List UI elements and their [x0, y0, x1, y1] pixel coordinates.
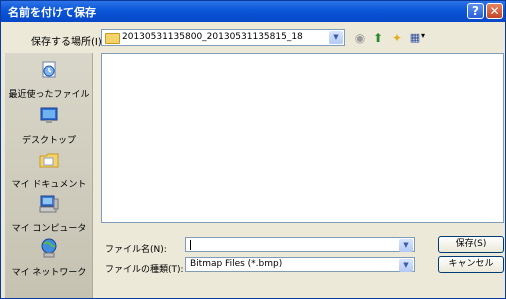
place-my-documents[interactable]: マイ ドキュメント: [5, 147, 93, 191]
filename-input[interactable]: ▼: [185, 237, 415, 252]
title-bar[interactable]: 名前を付けて保存 ? ✕: [1, 1, 505, 22]
places-bar: 最近使ったファイル デスクトップ マイ ドキュメント マイ コンピュータ マイ …: [5, 53, 93, 298]
save-location-value: 20130531135800_20130531135815_18: [122, 32, 303, 42]
filetype-value: Bitmap Files (*.bmp): [190, 259, 283, 269]
chevron-down-icon[interactable]: ▼: [399, 239, 413, 252]
filename-label: ファイル名(N):: [105, 245, 167, 255]
back-icon[interactable]: ◉: [353, 31, 367, 45]
place-label: マイ コンピュータ: [11, 224, 87, 234]
place-label: マイ ドキュメント: [11, 180, 87, 190]
place-recent-documents[interactable]: 最近使ったファイル: [5, 57, 93, 101]
my-computer-icon: [39, 195, 59, 213]
desktop-icon: [40, 107, 58, 123]
save-as-dialog: 名前を付けて保存 ? ✕ 保存する場所(I): 20130531135800_2…: [0, 0, 506, 299]
cancel-button[interactable]: キャンセル: [438, 256, 504, 273]
views-menu-icon[interactable]: ▦: [408, 31, 422, 45]
place-desktop[interactable]: デスクトップ: [5, 103, 93, 147]
close-button[interactable]: ✕: [486, 3, 503, 19]
my-documents-icon: [39, 153, 59, 168]
place-label: マイ ネットワーク: [11, 268, 87, 278]
views-dropdown-arrow-icon[interactable]: ▾: [421, 31, 425, 40]
place-my-computer[interactable]: マイ コンピュータ: [5, 191, 93, 235]
chevron-down-icon[interactable]: ▼: [329, 31, 343, 44]
place-my-network[interactable]: マイ ネットワーク: [5, 235, 93, 279]
save-button[interactable]: 保存(S): [438, 236, 504, 253]
folder-icon: [105, 33, 120, 44]
help-button[interactable]: ?: [467, 3, 484, 19]
filetype-select[interactable]: Bitmap Files (*.bmp) ▼: [185, 257, 415, 272]
text-caret: [190, 240, 191, 250]
save-location-dropdown[interactable]: 20130531135800_20130531135815_18 ▼: [101, 29, 345, 46]
new-folder-icon[interactable]: ✦: [390, 31, 404, 45]
save-location-label: 保存する場所(I):: [31, 37, 106, 48]
recent-documents-icon: [42, 61, 56, 78]
place-label: 最近使ったファイル: [8, 90, 90, 100]
file-list[interactable]: [101, 53, 504, 223]
dialog-title: 名前を付けて保存: [8, 6, 96, 19]
filetype-label: ファイルの種類(T):: [105, 265, 184, 275]
up-folder-icon[interactable]: ⬆: [371, 31, 385, 45]
my-network-icon: [41, 238, 57, 258]
place-label: デスクトップ: [21, 136, 76, 146]
chevron-down-icon[interactable]: ▼: [399, 259, 413, 272]
